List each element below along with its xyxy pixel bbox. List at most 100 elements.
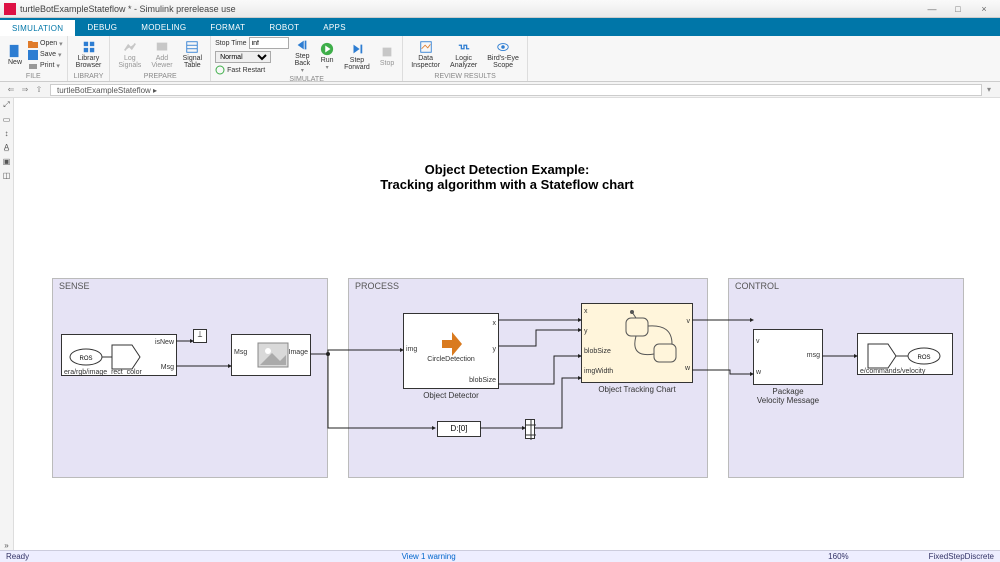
print-button[interactable]: Print▾ — [28, 61, 63, 71]
logic-analyzer-button[interactable]: Logic Analyzer — [446, 39, 481, 70]
breadcrumb-dropdown[interactable]: ▾ — [982, 84, 996, 96]
det-out-x: x — [493, 320, 497, 327]
svg-text:ROS: ROS — [917, 355, 930, 361]
minimize-button[interactable]: — — [920, 2, 944, 16]
model-canvas[interactable]: Object Detection Example: Tracking algor… — [14, 98, 1000, 550]
block-width-source[interactable]: D:[0] — [437, 421, 481, 437]
panel-process-title: PROCESS — [355, 281, 399, 291]
det-out-y: y — [493, 346, 497, 353]
ch-y: y — [584, 328, 588, 335]
window-controls: — □ × — [920, 2, 996, 16]
block-package-velocity[interactable]: v w msg — [753, 329, 823, 385]
ch-ov: v — [687, 318, 691, 325]
tab-debug[interactable]: DEBUG — [75, 18, 129, 36]
new-button[interactable]: New — [4, 43, 26, 67]
det-out-bs: blobSize — [469, 377, 496, 384]
left-palette: ⤢ ▭ ↕ A̲ ▣ ◫ » — [0, 98, 14, 550]
ribbon: New Open▾ Save▾ Print▾ FILE Library Brow… — [0, 36, 1000, 82]
port-isnew: isNew — [155, 339, 174, 346]
library-browser-button[interactable]: Library Browser — [72, 39, 106, 70]
tab-format[interactable]: FORMAT — [198, 18, 257, 36]
app-icon — [4, 3, 16, 15]
step-forward-button[interactable]: Step Forward — [340, 41, 374, 72]
nav-up-button[interactable]: ⇧ — [32, 84, 46, 96]
ch-w: imgWidth — [584, 368, 613, 375]
stop-button[interactable]: Stop — [376, 44, 398, 68]
diagram-title: Object Detection Example: — [14, 162, 1000, 177]
port-msg: Msg — [161, 364, 174, 371]
panel-control: CONTROL v w msg Package Velocity Message… — [728, 278, 964, 478]
block-object-detector[interactable]: img CircleDetection x y blobSize — [403, 313, 499, 389]
nav-back-button[interactable]: ⇐ — [4, 84, 18, 96]
block-tracking-chart[interactable]: x y blobSize imgWidth v w — [581, 303, 693, 383]
ros-pub-topic: e/commands/velocity — [860, 368, 925, 375]
pk-v: v — [756, 338, 760, 345]
pk-w: w — [756, 369, 761, 376]
svg-text:ROS: ROS — [79, 356, 92, 362]
panel-sense: SENSE ROS isNew Msg era/rgb/image_rect_c… — [52, 278, 328, 478]
panel-process: PROCESS img CircleDetection x y blobSize… — [348, 278, 708, 478]
explorer-bar: ⇐ ⇒ ⇧ turtleBotExampleStateflow ▸ ▾ — [0, 82, 1000, 98]
ribbon-group-simulate: Stop Time Normal Fast Restart Step Back▾… — [211, 36, 403, 81]
nav-fwd-button[interactable]: ⇒ — [18, 84, 32, 96]
step-back-button[interactable]: Step Back▾ — [291, 37, 315, 75]
panel-control-title: CONTROL — [735, 281, 779, 291]
pk-out: msg — [807, 352, 820, 359]
pan-icon[interactable]: ↕ — [2, 128, 12, 138]
fast-restart-toggle[interactable]: Fast Restart — [215, 65, 289, 75]
readimg-in: Msg — [234, 349, 247, 356]
stoptime-label: Stop Time — [215, 40, 247, 47]
log-signals-button[interactable]: Log Signals — [114, 39, 145, 70]
block-terminator[interactable]: ⟘ — [193, 329, 207, 343]
window-title: turtleBotExampleStateflow * - Simulink p… — [20, 4, 920, 14]
solver-select[interactable]: Normal — [215, 51, 271, 63]
ribbon-group-library: Library Browser LIBRARY — [68, 36, 111, 81]
status-warning-link[interactable]: View 1 warning — [402, 552, 456, 561]
ros-sub-topic: era/rgb/image_rect_color — [64, 369, 142, 376]
breadcrumb[interactable]: turtleBotExampleStateflow ▸ — [50, 84, 982, 96]
maximize-button[interactable]: □ — [946, 2, 970, 16]
block-read-image[interactable]: Msg Image — [231, 334, 311, 376]
ch-name: Object Tracking Chart — [581, 385, 693, 394]
title-bar: turtleBotExampleStateflow * - Simulink p… — [0, 0, 1000, 18]
det-name: Object Detector — [403, 391, 499, 400]
pk-name: Package Velocity Message — [743, 387, 833, 405]
ch-bs: blobSize — [584, 348, 611, 355]
status-zoom[interactable]: 160% — [828, 552, 848, 561]
block-bus-creator[interactable] — [525, 419, 535, 439]
ribbon-group-review: Data Inspector Logic Analyzer Bird's-Eye… — [403, 36, 528, 81]
ch-x: x — [584, 308, 588, 315]
status-ready: Ready — [6, 552, 29, 561]
tab-apps[interactable]: APPS — [311, 18, 358, 36]
block-ros-subscribe[interactable]: ROS isNew Msg era/rgb/image_rect_color — [61, 334, 177, 376]
block-ros-publish[interactable]: ROS e/commands/velocity — [857, 333, 953, 375]
status-bar: Ready View 1 warning 160% FixedStepDiscr… — [0, 550, 1000, 562]
tab-simulation[interactable]: SIMULATION — [0, 18, 75, 36]
open-button[interactable]: Open▾ — [28, 39, 63, 49]
save-button[interactable]: Save▾ — [28, 50, 63, 60]
status-solver[interactable]: FixedStepDiscrete — [929, 552, 994, 561]
signal-table-button[interactable]: Signal Table — [179, 39, 206, 70]
ribbon-tabs: SIMULATION DEBUG MODELING FORMAT ROBOT A… — [0, 18, 1000, 36]
stoptime-input[interactable] — [249, 37, 289, 49]
hide-icon[interactable]: ◫ — [2, 170, 12, 180]
collapse-icon[interactable]: » — [2, 540, 12, 550]
zoom-box-icon[interactable]: ▭ — [2, 114, 12, 124]
readimg-out: Image — [289, 349, 308, 356]
tab-robot[interactable]: ROBOT — [257, 18, 311, 36]
det-in: img — [406, 346, 417, 353]
run-button[interactable]: Run▾ — [316, 41, 338, 72]
birds-eye-button[interactable]: Bird's-Eye Scope — [483, 39, 523, 70]
det-fn: CircleDetection — [404, 356, 498, 363]
close-button[interactable]: × — [972, 2, 996, 16]
annotate-icon[interactable]: A̲ — [2, 142, 12, 152]
add-viewer-button[interactable]: Add Viewer — [147, 39, 176, 70]
tab-modeling[interactable]: MODELING — [129, 18, 198, 36]
ch-ow: w — [685, 365, 690, 372]
diagram-subtitle: Tracking algorithm with a Stateflow char… — [14, 177, 1000, 192]
ribbon-group-prepare: Log Signals Add Viewer Signal Table PREP… — [110, 36, 211, 81]
image-icon[interactable]: ▣ — [2, 156, 12, 166]
data-inspector-button[interactable]: Data Inspector — [407, 39, 444, 70]
new-label: New — [8, 59, 22, 66]
zoom-fit-icon[interactable]: ⤢ — [2, 100, 12, 110]
